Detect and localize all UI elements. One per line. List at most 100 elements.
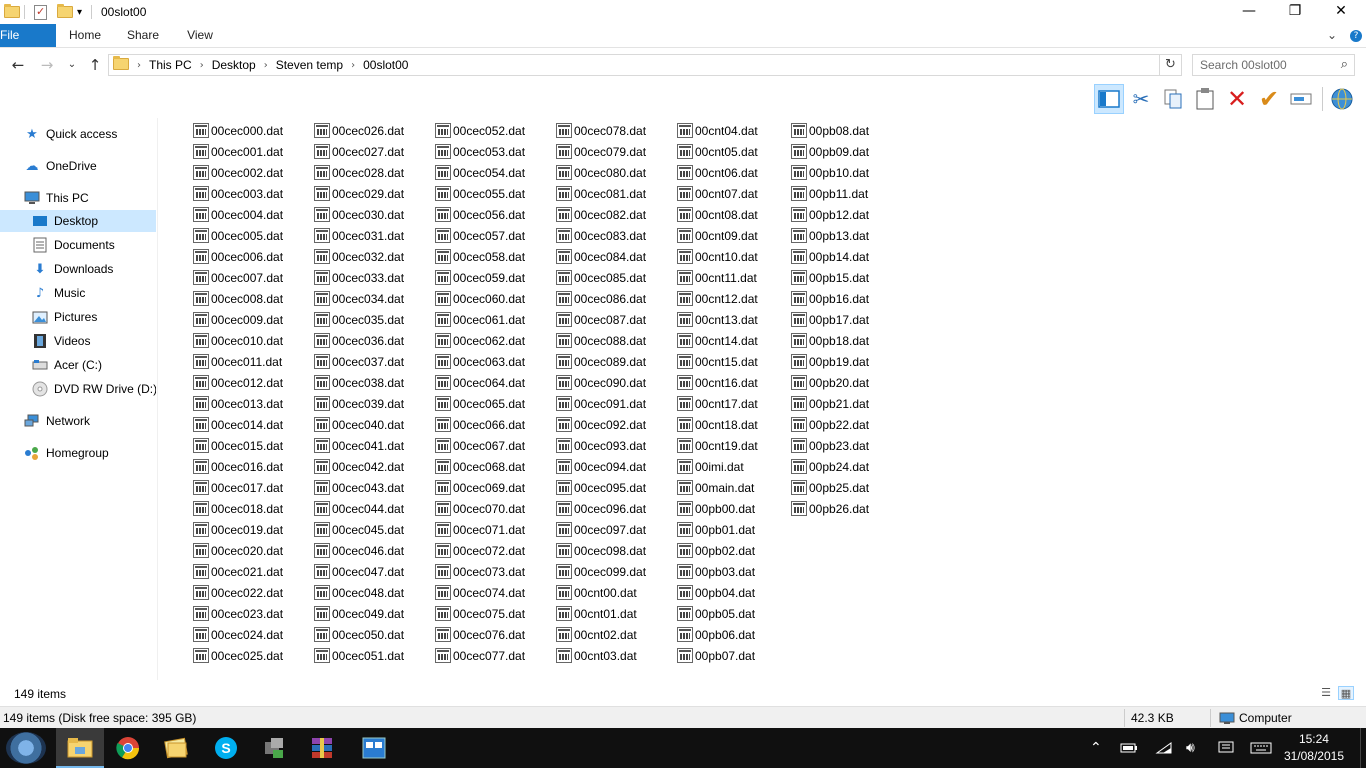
file-item[interactable]: 00cec062.dat xyxy=(435,330,525,351)
close-button[interactable]: ✕ xyxy=(1318,0,1364,24)
file-item[interactable]: 00cnt14.dat xyxy=(677,330,758,351)
file-item[interactable]: 00cec074.dat xyxy=(435,582,525,603)
battery-icon[interactable] xyxy=(1120,728,1138,768)
file-item[interactable]: 00cec059.dat xyxy=(435,267,525,288)
file-item[interactable]: 00cec048.dat xyxy=(314,582,404,603)
folder-app-icon[interactable] xyxy=(152,728,200,768)
refresh-button[interactable]: ↻ xyxy=(1159,55,1181,75)
file-item[interactable]: 00pb22.dat xyxy=(791,414,869,435)
sidebar-item-network[interactable]: Network xyxy=(0,410,156,432)
file-item[interactable]: 00cec067.dat xyxy=(435,435,525,456)
file-item[interactable]: 00cnt00.dat xyxy=(556,582,646,603)
file-item[interactable]: 00cec018.dat xyxy=(193,498,283,519)
file-item[interactable]: 00cec058.dat xyxy=(435,246,525,267)
file-item[interactable]: 00cec057.dat xyxy=(435,225,525,246)
file-item[interactable]: 00cec063.dat xyxy=(435,351,525,372)
file-item[interactable]: 00pb20.dat xyxy=(791,372,869,393)
file-item[interactable]: 00cec024.dat xyxy=(193,624,283,645)
details-view-icon[interactable]: ☰ xyxy=(1318,686,1334,700)
checkmark-icon[interactable]: ✔ xyxy=(1254,84,1284,114)
file-item[interactable]: 00cec088.dat xyxy=(556,330,646,351)
file-item[interactable]: 00cnt11.dat xyxy=(677,267,758,288)
file-item[interactable]: 00pb08.dat xyxy=(791,120,869,141)
file-item[interactable]: 00pb17.dat xyxy=(791,309,869,330)
notification-icon[interactable] xyxy=(1218,728,1234,768)
file-item[interactable]: 00cec081.dat xyxy=(556,183,646,204)
file-item[interactable]: 00cec004.dat xyxy=(193,204,283,225)
help-icon[interactable]: ? xyxy=(1350,30,1362,42)
file-item[interactable]: 00pb11.dat xyxy=(791,183,869,204)
sidebar-item-onedrive[interactable]: ☁ OneDrive xyxy=(0,155,156,177)
start-button[interactable] xyxy=(6,732,46,764)
file-item[interactable]: 00cec006.dat xyxy=(193,246,283,267)
file-item[interactable]: 00cec032.dat xyxy=(314,246,404,267)
file-item[interactable]: 00main.dat xyxy=(677,477,758,498)
globe-icon[interactable] xyxy=(1327,84,1357,114)
file-item[interactable]: 00cnt07.dat xyxy=(677,183,758,204)
keyboard-icon[interactable] xyxy=(1250,728,1272,768)
breadcrumb-this-pc[interactable]: This PC xyxy=(149,58,192,72)
file-item[interactable]: 00cec076.dat xyxy=(435,624,525,645)
file-item[interactable]: 00cnt09.dat xyxy=(677,225,758,246)
file-item[interactable]: 00cnt05.dat xyxy=(677,141,758,162)
paste-icon[interactable] xyxy=(1190,84,1220,114)
file-item[interactable]: 00cec084.dat xyxy=(556,246,646,267)
up-button[interactable]: ↑ xyxy=(85,56,105,74)
forward-button[interactable]: → xyxy=(37,56,57,74)
file-item[interactable]: 00pb09.dat xyxy=(791,141,869,162)
file-item[interactable]: 00pb04.dat xyxy=(677,582,758,603)
file-item[interactable]: 00pb18.dat xyxy=(791,330,869,351)
file-item[interactable]: 00pb24.dat xyxy=(791,456,869,477)
file-item[interactable]: 00cec051.dat xyxy=(314,645,404,666)
file-item[interactable]: 00cec046.dat xyxy=(314,540,404,561)
file-item[interactable]: 00cec037.dat xyxy=(314,351,404,372)
file-item[interactable]: 00cec027.dat xyxy=(314,141,404,162)
file-item[interactable]: 00cec092.dat xyxy=(556,414,646,435)
file-item[interactable]: 00cec022.dat xyxy=(193,582,283,603)
file-item[interactable]: 00cnt06.dat xyxy=(677,162,758,183)
file-item[interactable]: 00cec090.dat xyxy=(556,372,646,393)
file-item[interactable]: 00cec017.dat xyxy=(193,477,283,498)
file-item[interactable]: 00cec066.dat xyxy=(435,414,525,435)
customize-quick-access-icon[interactable]: ▾ xyxy=(77,4,82,20)
file-item[interactable]: 00cec072.dat xyxy=(435,540,525,561)
file-item[interactable]: 00cnt04.dat xyxy=(677,120,758,141)
path-box[interactable]: › This PC › Desktop › Steven temp › 00sl… xyxy=(108,54,1182,76)
sidebar-item-quick-access[interactable]: ★ Quick access xyxy=(0,123,156,145)
file-item[interactable]: 00cec002.dat xyxy=(193,162,283,183)
file-item[interactable]: 00cec038.dat xyxy=(314,372,404,393)
file-item[interactable]: 00cnt01.dat xyxy=(556,603,646,624)
file-item[interactable]: 00cnt12.dat xyxy=(677,288,758,309)
file-item[interactable]: 00pb16.dat xyxy=(791,288,869,309)
file-item[interactable]: 00cec094.dat xyxy=(556,456,646,477)
file-item[interactable]: 00cec096.dat xyxy=(556,498,646,519)
file-item[interactable]: 00cec098.dat xyxy=(556,540,646,561)
file-item[interactable]: 00cec036.dat xyxy=(314,330,404,351)
file-item[interactable]: 00cec012.dat xyxy=(193,372,283,393)
file-item[interactable]: 00cec082.dat xyxy=(556,204,646,225)
search-input[interactable]: Search 00slot00 ⌕ xyxy=(1192,54,1355,76)
file-item[interactable]: 00cec033.dat xyxy=(314,267,404,288)
sidebar-item-pictures[interactable]: Pictures xyxy=(0,306,156,328)
breadcrumb-current[interactable]: 00slot00 xyxy=(363,58,408,72)
volume-icon[interactable]: 🔊︎ xyxy=(1186,728,1195,768)
chevron-right-icon[interactable]: › xyxy=(351,60,355,71)
file-item[interactable]: 00cec073.dat xyxy=(435,561,525,582)
chrome-icon[interactable] xyxy=(104,728,152,768)
file-item[interactable]: 00cec029.dat xyxy=(314,183,404,204)
file-item[interactable]: 00pb21.dat xyxy=(791,393,869,414)
sidebar-item-this-pc[interactable]: This PC xyxy=(0,187,156,209)
tab-home[interactable]: Home xyxy=(60,24,110,47)
file-item[interactable]: 00cec053.dat xyxy=(435,141,525,162)
chevron-up-icon[interactable]: ⌃ xyxy=(1090,728,1102,768)
chevron-down-icon[interactable]: ⌄ xyxy=(1327,28,1337,42)
file-item[interactable]: 00cec065.dat xyxy=(435,393,525,414)
file-item[interactable]: 00cnt17.dat xyxy=(677,393,758,414)
file-item[interactable]: 00cnt02.dat xyxy=(556,624,646,645)
clock[interactable]: 15:24 31/08/2015 xyxy=(1284,731,1344,765)
chevron-right-icon[interactable]: › xyxy=(137,60,141,71)
file-item[interactable]: 00cec034.dat xyxy=(314,288,404,309)
file-item[interactable]: 00cec069.dat xyxy=(435,477,525,498)
file-item[interactable]: 00cec078.dat xyxy=(556,120,646,141)
file-item[interactable]: 00cec089.dat xyxy=(556,351,646,372)
